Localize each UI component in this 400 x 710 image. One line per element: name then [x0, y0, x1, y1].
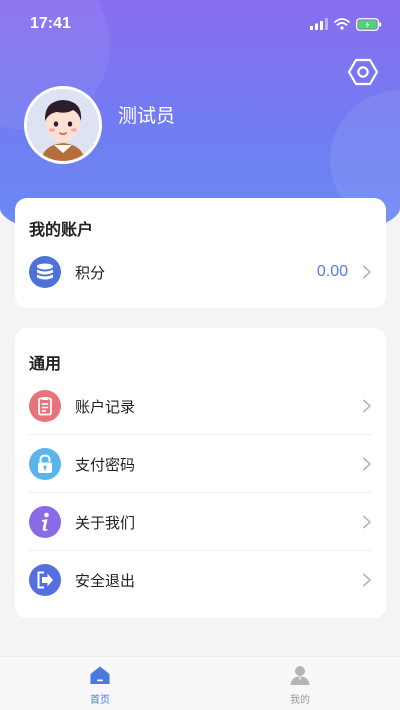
divider: [29, 550, 372, 551]
account-card-title: 我的账户: [29, 220, 94, 239]
account-card: 我的账户 积分 0.00: [15, 198, 386, 308]
status-time: 17:41: [30, 15, 71, 32]
settings-button[interactable]: [346, 57, 380, 87]
user-icon: [290, 666, 310, 685]
signal-icon: [310, 18, 328, 30]
chevron-right-icon: [363, 457, 371, 471]
status-bar: 17:41: [0, 0, 400, 48]
coins-icon: [29, 256, 61, 288]
tab-bar: 首页 我的: [0, 656, 400, 710]
tab-home-label: 首页: [90, 695, 110, 706]
divider: [29, 492, 372, 493]
general-card: 通用 账户记录 支付密码 关于我们 安全退出: [15, 328, 386, 618]
general-card-title: 通用: [29, 354, 62, 373]
wifi-icon: [334, 18, 350, 30]
settings-icon: [347, 58, 379, 86]
home-icon: [90, 666, 110, 684]
menu-item-label: 关于我们: [75, 513, 136, 532]
avatar[interactable]: [24, 86, 102, 164]
points-value: 0.00: [316, 263, 348, 280]
menu-item-account-records[interactable]: 账户记录: [29, 380, 372, 432]
clipboard-icon: [29, 390, 61, 422]
tab-mine[interactable]: 我的: [270, 665, 330, 706]
chevron-right-icon: [363, 515, 371, 529]
chevron-right-icon: [363, 265, 371, 279]
status-icons: [310, 17, 382, 31]
chevron-right-icon: [363, 399, 371, 413]
username: 测试员: [118, 105, 176, 127]
info-icon: [29, 506, 61, 538]
divider: [29, 434, 372, 435]
tab-mine-label: 我的: [290, 695, 310, 706]
chevron-right-icon: [363, 573, 371, 587]
menu-item-payment-password[interactable]: 支付密码: [29, 438, 372, 490]
points-row[interactable]: 积分 0.00: [29, 246, 372, 298]
menu-item-label: 安全退出: [75, 571, 136, 590]
avatar-illustration: [27, 89, 99, 161]
points-label: 积分: [75, 263, 106, 282]
battery-icon: [356, 17, 382, 31]
tab-home[interactable]: 首页: [70, 665, 130, 706]
menu-item-label: 支付密码: [75, 455, 136, 474]
lock-icon: [29, 448, 61, 480]
menu-item-label: 账户记录: [75, 397, 136, 416]
menu-item-logout[interactable]: 安全退出: [29, 554, 372, 606]
menu-item-about-us[interactable]: 关于我们: [29, 496, 372, 548]
logout-icon: [29, 564, 61, 596]
